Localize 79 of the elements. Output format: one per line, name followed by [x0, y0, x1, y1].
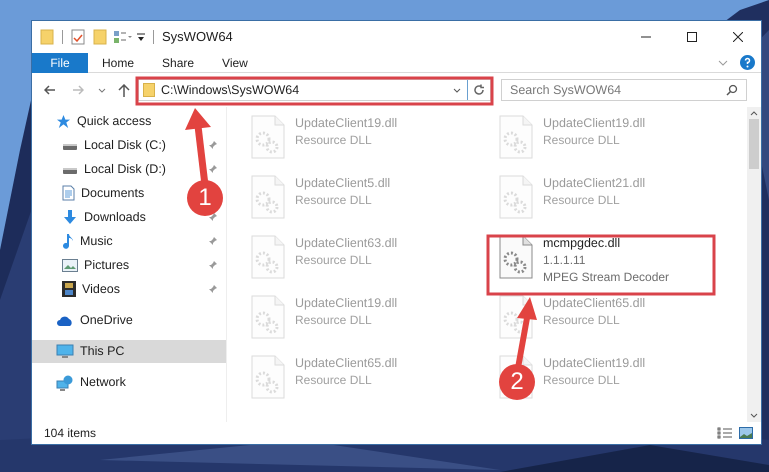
dll-file-icon	[251, 175, 285, 219]
dll-file-icon	[251, 295, 285, 339]
address-bar[interactable]: C:\Windows\SysWOW64	[138, 79, 491, 101]
file-detail: Resource DLL	[295, 192, 373, 209]
nav-label: This PC	[80, 343, 124, 360]
file-name[interactable]: mcmpgdec.dll	[543, 235, 670, 252]
file-detail: Resource DLL	[295, 312, 373, 329]
pin-icon[interactable]	[208, 260, 218, 270]
up-arrow-icon[interactable]	[118, 84, 130, 96]
properties-icon[interactable]	[113, 30, 133, 44]
nav-item[interactable]: Local Disk (C:)	[84, 136, 166, 154]
thumbnail-view-icon[interactable]	[739, 427, 753, 439]
nav-label: Network	[80, 374, 126, 392]
star-icon	[56, 114, 71, 129]
search-input[interactable]: Search SysWOW64	[510, 80, 726, 100]
document-icon	[62, 185, 75, 201]
file-tab[interactable]: File	[32, 52, 88, 72]
file-detail: Resource DLL	[543, 132, 621, 149]
item-count: 104 items	[44, 425, 96, 442]
back-arrow-icon[interactable]	[44, 85, 56, 95]
file-detail: Resource DLL	[543, 312, 621, 329]
nav-item[interactable]: Network	[32, 371, 226, 394]
pin-icon[interactable]	[208, 212, 218, 222]
pin-icon[interactable]	[208, 140, 218, 150]
chevron-down-icon[interactable]	[750, 413, 758, 418]
nav-item[interactable]: This PC	[32, 340, 226, 363]
ribbon-tab[interactable]: Home	[88, 52, 148, 72]
nav-item[interactable]: Videos	[82, 280, 120, 298]
help-icon[interactable]	[740, 55, 755, 70]
file-detail: Resource DLL	[543, 372, 621, 389]
nav-item[interactable]: OneDrive	[32, 309, 226, 332]
file-detail: Resource DLL	[543, 192, 621, 209]
chevron-up-icon[interactable]	[750, 111, 758, 116]
dll-file-icon	[251, 115, 285, 159]
file-detail: Resource DLL	[295, 372, 373, 389]
maximize-icon	[687, 32, 697, 42]
dll-file-icon	[251, 235, 285, 279]
film-icon	[62, 281, 76, 297]
dll-file-icon	[499, 235, 533, 279]
refresh-icon[interactable]	[473, 84, 485, 96]
dll-file-icon	[251, 355, 285, 399]
details-view-icon[interactable]	[717, 427, 733, 439]
file-detail: MPEG Stream Decoder	[543, 269, 670, 286]
scrollbar-thumb[interactable]	[749, 119, 759, 169]
network-icon	[56, 374, 74, 390]
monitor-icon	[56, 344, 74, 359]
search-field[interactable]: Search SysWOW64	[501, 79, 747, 101]
nav-item[interactable]: Quick access	[32, 110, 226, 133]
folder-icon	[143, 83, 155, 97]
dll-file-icon	[499, 175, 533, 219]
address-path: C:\Windows\SysWOW64	[161, 82, 300, 99]
nav-label: Quick access	[77, 113, 152, 130]
checklist-icon[interactable]	[71, 29, 85, 45]
pin-icon[interactable]	[208, 164, 218, 174]
nav-item[interactable]: Pictures	[84, 256, 130, 274]
search-icon	[726, 84, 738, 96]
dll-file-icon	[499, 115, 533, 159]
nav-item[interactable]: Downloads	[84, 208, 146, 226]
down-arrow-icon	[62, 209, 78, 225]
dropdown-icon[interactable]	[137, 32, 145, 42]
window-title: SysWOW64	[162, 28, 233, 46]
nav-item[interactable]: Documents	[81, 184, 144, 202]
picture-icon	[62, 258, 78, 272]
nav-item[interactable]: Local Disk (D:)	[84, 160, 166, 178]
music-note-icon	[62, 233, 74, 249]
file-detail: Resource DLL	[295, 252, 373, 269]
nav-label: OneDrive	[80, 312, 133, 330]
scrollbar[interactable]	[747, 107, 761, 422]
nav-item[interactable]: Music	[80, 232, 113, 250]
cloud-icon	[56, 314, 74, 326]
chevron-down-icon[interactable]	[453, 88, 461, 92]
pin-icon[interactable]	[208, 236, 218, 246]
chevron-down-icon[interactable]	[98, 88, 106, 92]
ribbon-tab[interactable]: View	[208, 52, 262, 72]
ribbon-tab[interactable]: Share	[148, 52, 208, 72]
close-icon	[733, 32, 743, 42]
file-detail: Resource DLL	[295, 132, 373, 149]
pin-icon[interactable]	[208, 284, 218, 294]
file-detail: 1.1.1.11	[543, 252, 586, 269]
